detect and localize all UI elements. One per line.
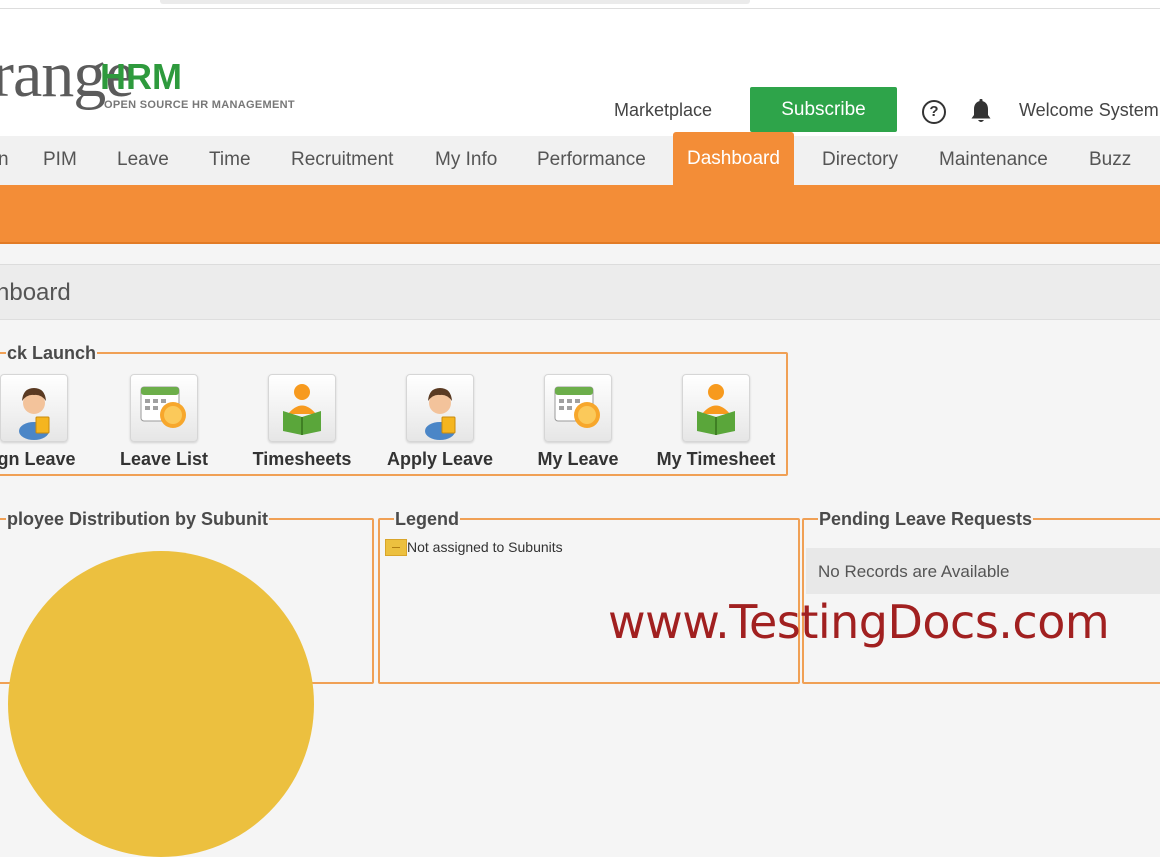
- quick-launch-label: Leave List: [119, 449, 209, 469]
- nav-item-performance[interactable]: Performance: [537, 136, 646, 185]
- legend-swatch: [385, 539, 407, 556]
- employee-distribution-title: ployee Distribution by Subunit: [7, 509, 268, 529]
- pending-leave-empty-row: No Records are Available: [806, 548, 1160, 594]
- welcome-user-menu[interactable]: Welcome System: [1019, 100, 1159, 121]
- page-title: hboard: [0, 279, 71, 306]
- nav-item-recruitment[interactable]: Recruitment: [291, 136, 393, 185]
- watermark: www.TestingDocs.com: [608, 595, 1110, 649]
- nav-item-my-info[interactable]: My Info: [435, 136, 497, 185]
- pending-leave-empty-text: No Records are Available: [818, 562, 1010, 581]
- quick-launch-label: My Leave: [537, 449, 619, 469]
- nav-item-dashboard[interactable]: Dashboard: [673, 132, 794, 185]
- nav-item-leave[interactable]: Leave: [117, 136, 169, 185]
- quick-launch-panel: ck Launch ign Leave Leave List Timesheet…: [0, 344, 788, 476]
- quick-launch-label: Timesheets: [252, 449, 352, 469]
- quick-launch-label: Apply Leave: [386, 449, 494, 469]
- quick-launch-timesheets[interactable]: Timesheets: [242, 374, 362, 470]
- logo-tagline: OPEN SOURCE HR MANAGEMENT: [104, 99, 295, 111]
- timesheets-icon: [268, 374, 336, 442]
- nav-item-maintenance[interactable]: Maintenance: [939, 136, 1048, 185]
- quick-launch-leave-list[interactable]: Leave List: [104, 374, 224, 470]
- browser-top-strip: [0, 0, 1160, 9]
- submenu-bar: [0, 185, 1160, 244]
- apply-leave-icon: [406, 374, 474, 442]
- quick-launch-label: ign Leave: [0, 449, 76, 469]
- quick-launch-label: My Timesheet: [656, 449, 776, 469]
- my-timesheet-icon: [682, 374, 750, 442]
- quick-launch-apply-leave[interactable]: Apply Leave: [380, 374, 500, 470]
- quick-launch-assign-leave[interactable]: ign Leave: [0, 374, 94, 470]
- quick-launch-title: ck Launch: [7, 343, 97, 363]
- legend-title: Legend: [395, 509, 460, 529]
- employee-distribution-panel: ployee Distribution by Subunit: [0, 509, 374, 857]
- nav-item-pim[interactable]: PIM: [43, 136, 77, 185]
- browser-address-bar[interactable]: [160, 0, 750, 4]
- page-title-bar: hboard: [0, 265, 1160, 320]
- bell-icon[interactable]: [970, 99, 992, 125]
- quick-launch-my-timesheet[interactable]: My Timesheet: [656, 374, 776, 470]
- leave-list-icon: [130, 374, 198, 442]
- nav-item-buzz[interactable]: Buzz: [1089, 136, 1131, 185]
- nav-item-admin[interactable]: n: [0, 136, 9, 185]
- nav-item-time[interactable]: Time: [209, 136, 251, 185]
- legend-item-label: Not assigned to Subunits: [407, 539, 563, 555]
- question-circle-icon[interactable]: ?: [922, 100, 946, 124]
- nav-item-directory[interactable]: Directory: [822, 136, 898, 185]
- pending-leave-title: Pending Leave Requests: [819, 509, 1033, 529]
- my-leave-icon: [544, 374, 612, 442]
- pie-chart-slice[interactable]: [8, 551, 314, 857]
- main-menu: n PIM Leave Time Recruitment My Info Per…: [0, 132, 1160, 185]
- assign-leave-icon: [0, 374, 68, 442]
- logo-hrm: HRM: [100, 56, 182, 97]
- quick-launch-my-leave[interactable]: My Leave: [518, 374, 638, 470]
- marketplace-link[interactable]: Marketplace: [614, 100, 712, 121]
- subscribe-button[interactable]: Subscribe: [750, 87, 897, 132]
